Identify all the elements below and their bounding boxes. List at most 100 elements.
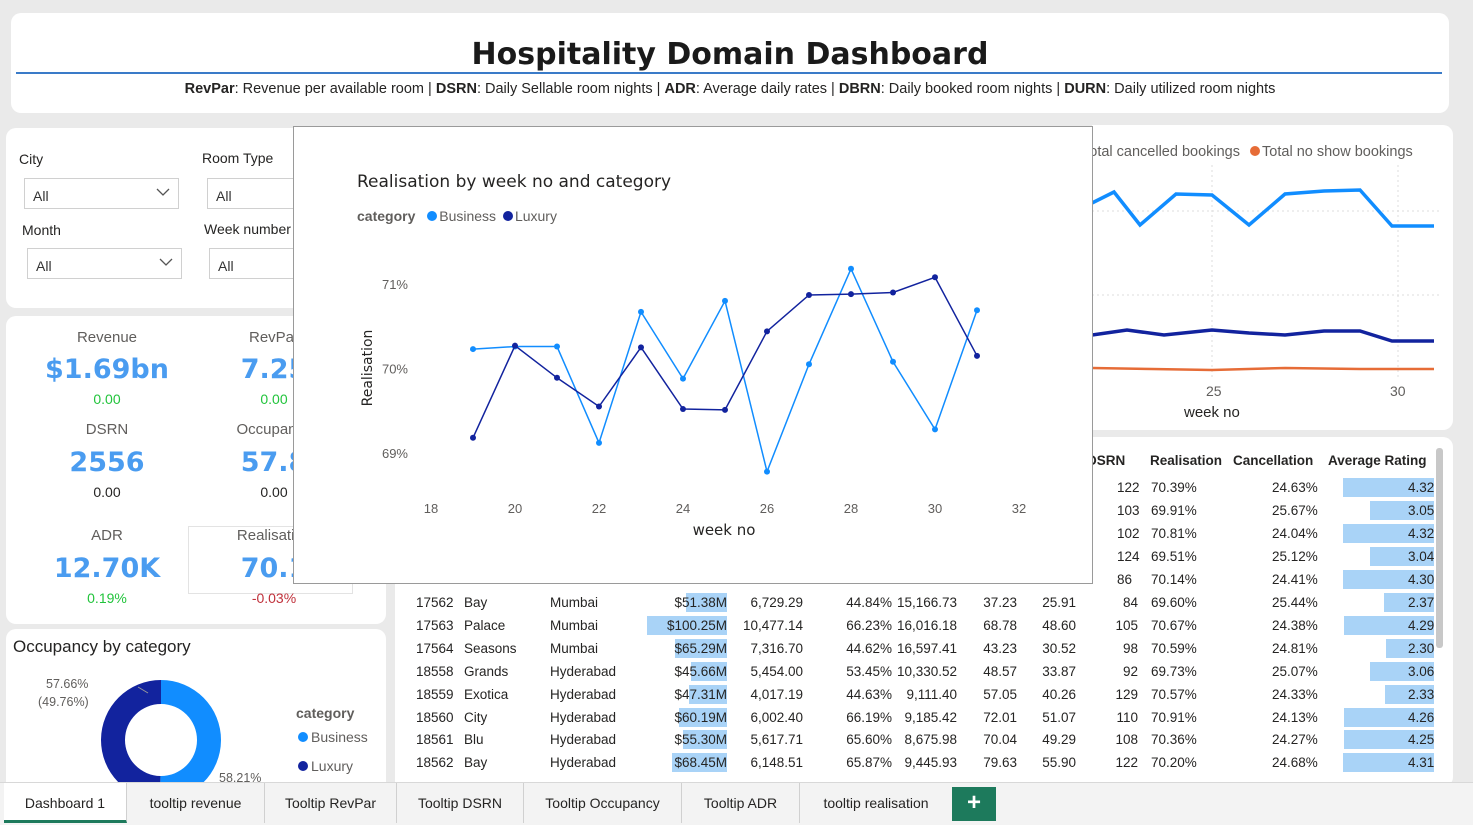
trend-line-total-bookings[interactable] [1092,188,1434,228]
realisation-line-chart[interactable]: 69%70%71%18 20 22 24 26 28 30 32week noRealisat… [294,127,1094,585]
cell-property-id: 17564 [416,640,454,656]
tab-tooltip-realisation[interactable]: tooltip realisation [800,783,952,823]
add-page-button[interactable]: + [952,787,996,821]
table-row[interactable]: 17563 Palace Mumbai $100.25M 10,477.14 66.23%… [395,615,1453,637]
x-tick-label: 22 [592,501,606,516]
y-axis-label: Realisation [360,330,376,407]
data-point-business[interactable] [470,346,476,353]
donut-legend-luxury[interactable]: Luxury [298,758,353,774]
table-scrollbar[interactable] [1436,448,1443,648]
realisation-tooltip: Realisation by week no and category cate… [293,126,1093,584]
donut-slice-luxury[interactable] [101,680,161,794]
trend-legend: Total cancelled bookings Total no show b… [1092,144,1413,160]
data-point-luxury[interactable] [932,274,938,281]
cell-realisation: 70.91% [1151,709,1197,725]
donut-legend-business[interactable]: Business [298,729,368,745]
occupancy-donut[interactable] [86,673,236,794]
trend-line-no-show[interactable] [1092,366,1434,372]
cell-revpar: 5,454.00 [750,663,803,679]
data-point-luxury[interactable] [848,291,854,298]
cell-revpar: 4,017.19 [750,686,803,702]
trend-line-luxury[interactable] [1092,328,1434,343]
col-header-cancellation[interactable]: Cancellation [1233,453,1313,468]
tab-tooltip-adr[interactable]: Tooltip ADR [682,783,800,823]
data-point-business[interactable] [680,375,686,382]
room-type-filter-value: All [216,188,232,204]
data-point-luxury[interactable] [470,434,476,441]
trend-legend-no-show[interactable]: Total no show bookings [1262,144,1413,160]
cell-occupancy: 44.63% [846,686,892,702]
kpi-adr-value[interactable]: 12.70K [27,553,187,584]
tab-tooltip-revpar[interactable]: Tooltip RevPar [265,783,397,823]
data-point-business[interactable] [638,308,644,315]
cell-dbrn: 57.05 [983,686,1017,702]
cell-property-id: 18558 [416,663,454,679]
trend-legend-cancelled[interactable]: Total cancelled bookings [1092,144,1240,160]
cell-cancellation: 25.67% [1272,502,1318,518]
cell-revpar: 5,617.71 [750,732,803,748]
donut-legend-title: category [296,705,355,721]
occupancy-chart-title: Occupancy by category [13,637,191,656]
table-row[interactable]: 18558 Grands Hyderabad $45.66M 5,454.00 53.45… [395,661,1453,683]
data-point-luxury[interactable] [764,328,770,335]
data-point-business[interactable] [596,439,602,446]
trend-plot[interactable] [1092,165,1453,400]
data-point-business[interactable] [848,265,854,272]
data-point-business[interactable] [806,361,812,368]
y-tick-label: 69% [382,446,408,461]
cell-durn: 49.29 [1042,732,1076,748]
col-header-realisation[interactable]: Realisation [1150,453,1222,468]
data-point-luxury[interactable] [638,344,644,351]
data-point-luxury[interactable] [596,403,602,410]
kpi-dsrn-value[interactable]: 2556 [27,447,187,478]
data-point-business[interactable] [554,343,560,350]
data-point-luxury[interactable] [890,289,896,296]
cell-property-id: 17562 [416,595,454,610]
cell-dsrn: 86 [1117,571,1133,587]
tab-dashboard-1[interactable]: Dashboard 1 [4,783,127,823]
cell-adr: 9,111.40 [906,686,957,702]
data-point-business[interactable] [764,468,770,475]
cell-dbrn: 79.63 [983,755,1017,771]
cell-revpar: 6,002.40 [750,709,803,725]
legend-text-dbrn: : Daily booked room nights | [880,81,1065,97]
table-row[interactable]: 17564 Seasons Mumbai $65.29M 7,316.70 44.62% 1… [395,638,1453,660]
data-point-business[interactable] [974,307,980,314]
city-filter-dropdown[interactable]: All [24,178,179,209]
table-row[interactable]: 18559 Exotica Hyderabad $47.31M 4,017.19 44.6… [395,684,1453,706]
cell-adr: 15,166.73 [896,595,957,610]
table-row[interactable]: 17562 Bay Mumbai $51.38M 6,729.29 44.84% 15,16… [395,592,1453,614]
data-point-luxury[interactable] [680,406,686,413]
table-row[interactable]: 18560 City Hyderabad $60.19M 6,002.40 66.19% 9… [395,707,1453,729]
cell-revenue: $65.29M [674,640,727,656]
tab-tooltip-dsrn[interactable]: Tooltip DSRN [397,783,524,823]
table-row[interactable]: 18562 Bay Hyderabad $68.45M 6,148.51 65.87% 9,… [395,752,1453,774]
month-filter-dropdown[interactable]: All [27,248,182,279]
tab-tooltip-occupancy[interactable]: Tooltip Occupancy [524,783,682,823]
cell-adr: 8,675.98 [904,732,957,748]
data-point-business[interactable] [722,297,728,304]
cell-property-name: Exotica [464,686,509,702]
data-point-luxury[interactable] [554,374,560,381]
donut-slice-business[interactable] [160,680,222,794]
data-point-business[interactable] [932,426,938,433]
cell-city: Hyderabad [550,732,617,748]
cell-city: Hyderabad [550,709,617,725]
kpi-revenue-value[interactable]: $1.69bn [27,354,187,385]
table-row[interactable]: 18561 Blu Hyderabad $55.30M 5,617.71 65.60% 8,… [395,729,1453,751]
cell-occupancy: 65.87% [846,755,892,771]
data-point-luxury[interactable] [722,406,728,413]
tab-tooltip-revenue[interactable]: tooltip revenue [127,783,265,823]
cell-cancellation: 24.04% [1272,525,1318,541]
data-point-luxury[interactable] [512,342,518,349]
col-header-average-rating[interactable]: Average Rating [1328,453,1427,468]
cell-dbrn: 37.23 [983,595,1017,610]
cell-dbrn: 48.57 [983,663,1017,679]
legend-dot-business [298,732,308,742]
x-tick-label: 24 [676,501,690,516]
data-point-luxury[interactable] [806,291,812,298]
data-point-business[interactable] [890,358,896,365]
data-point-luxury[interactable] [974,352,980,359]
legend-text-revpar: : Revenue per available room | [234,81,436,97]
legend-abbr-adr: ADR [664,81,696,97]
